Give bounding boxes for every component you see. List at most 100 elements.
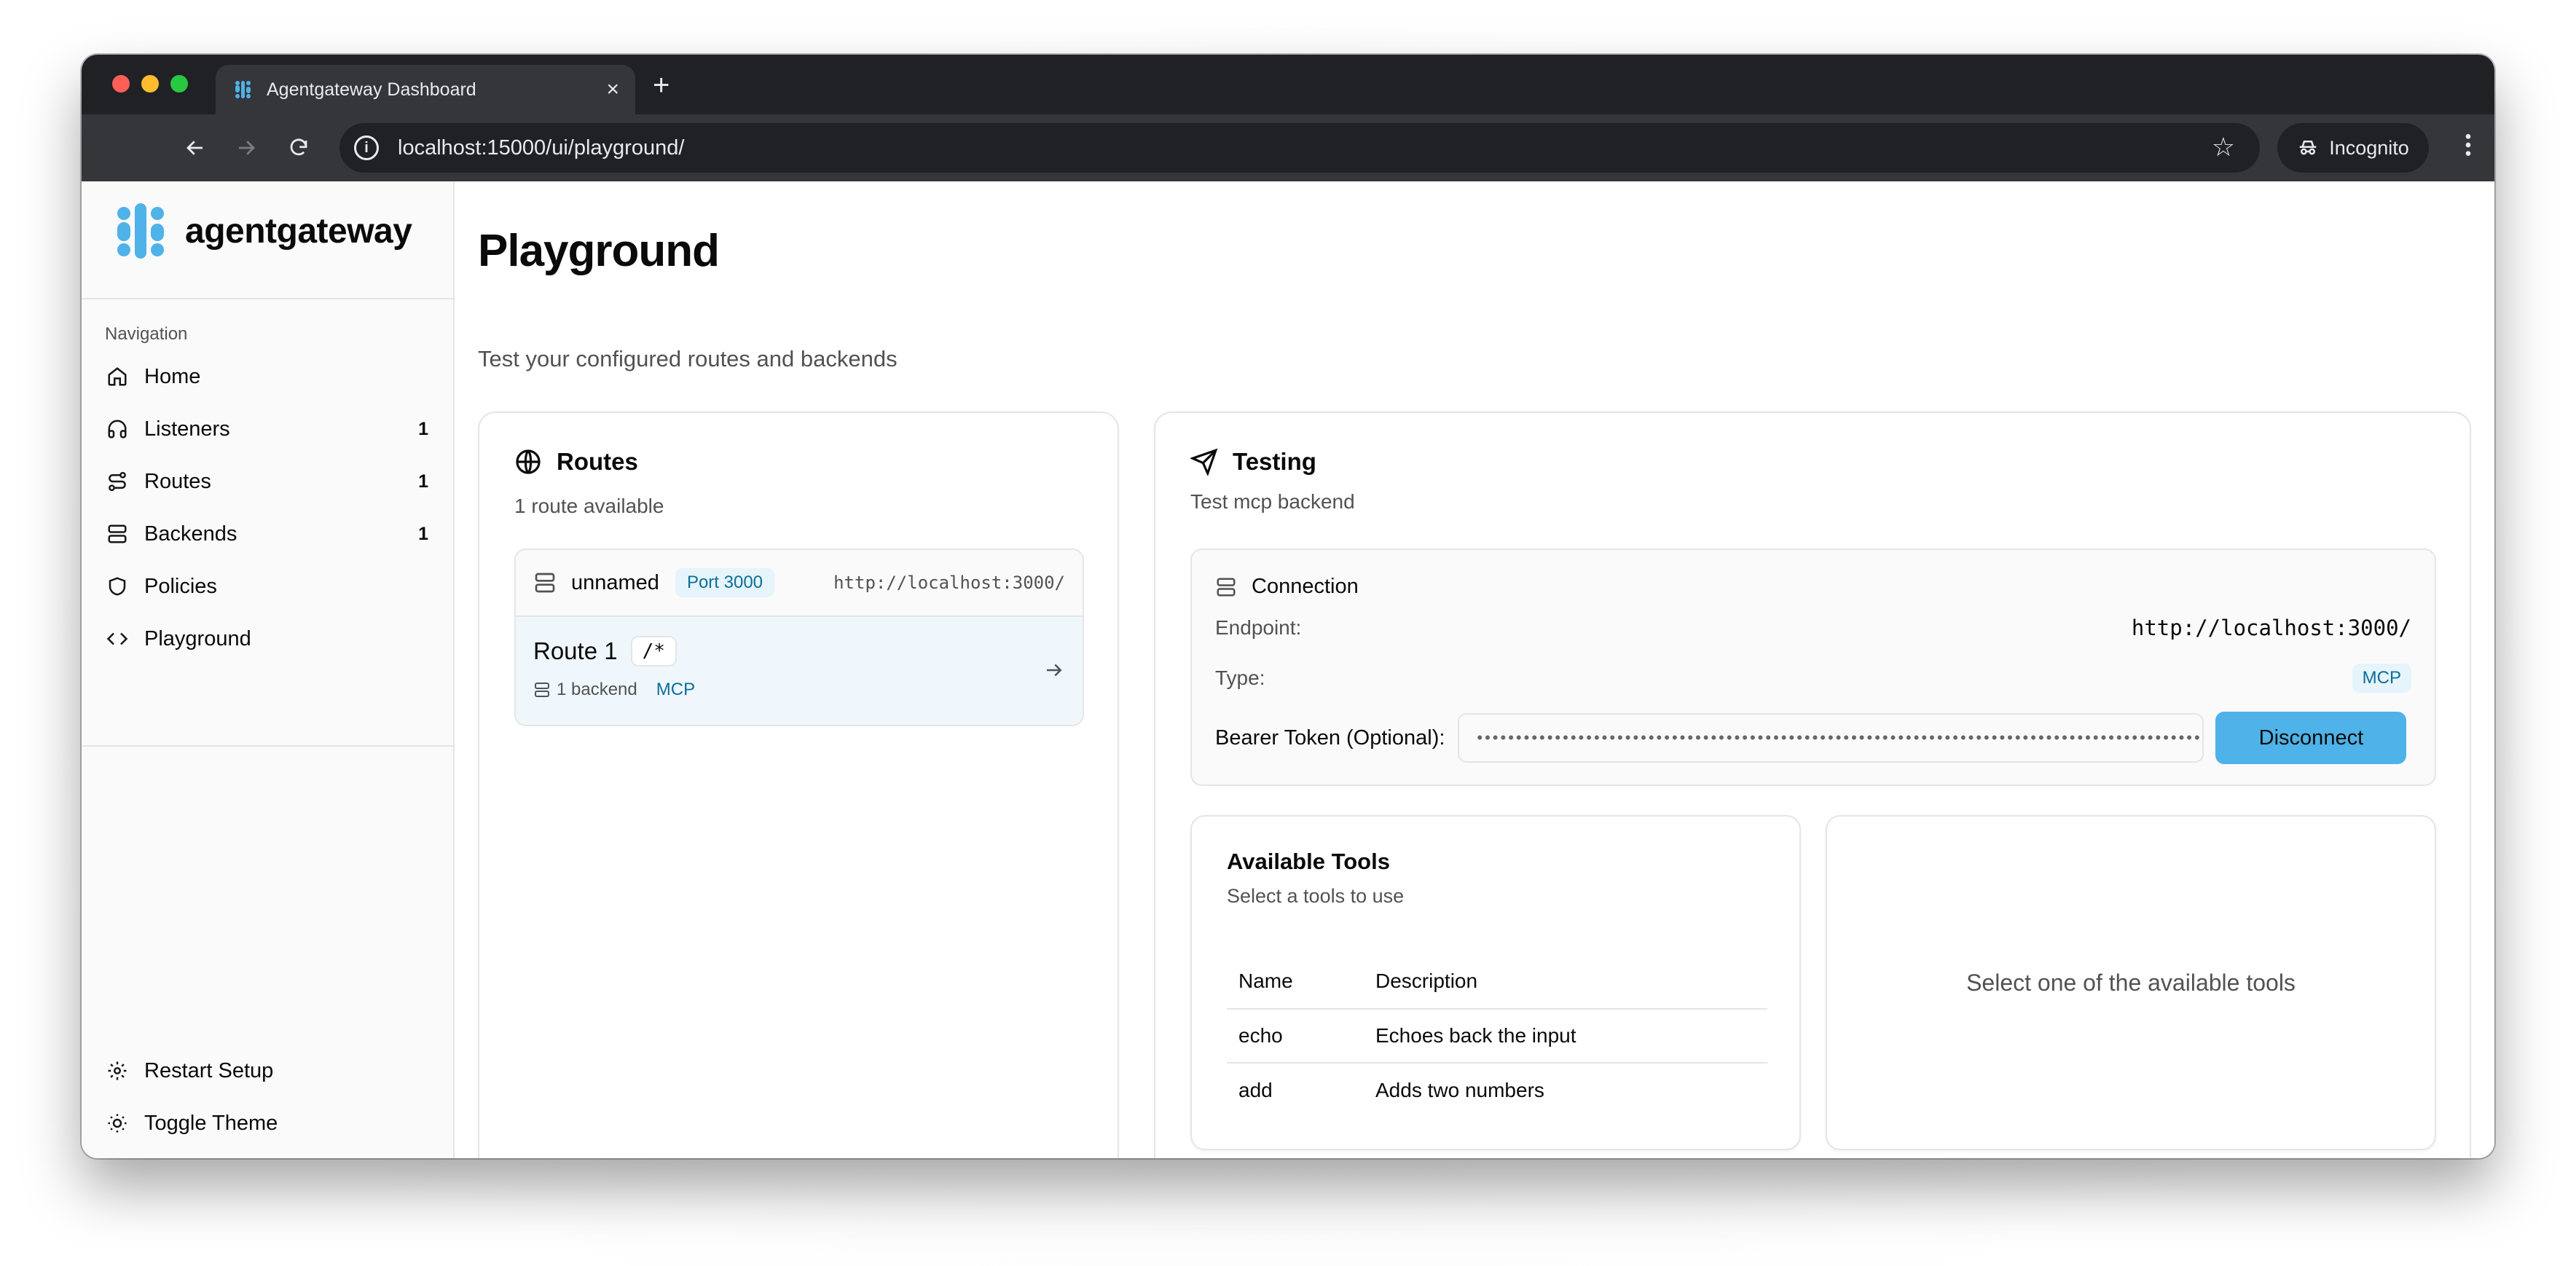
route-name: Route 1 (533, 637, 618, 664)
toggle-theme-label: Toggle Theme (144, 1111, 278, 1135)
table-row[interactable]: add Adds two numbers (1227, 1063, 1767, 1117)
agentgateway-favicon-icon (235, 81, 251, 98)
disconnect-button[interactable]: Disconnect (2215, 712, 2407, 764)
listener-group: unnamed Port 3000 http://localhost:3000/… (514, 549, 1084, 726)
type-label: Type: (1215, 667, 1265, 689)
tools-title: Available Tools (1227, 849, 1390, 874)
column-header-description: Description (1364, 954, 1767, 1010)
agentgateway-logo-icon (117, 203, 164, 259)
sidebar-divider (82, 745, 455, 747)
listener-header: unnamed Port 3000 http://localhost:3000/ (516, 550, 1083, 617)
type-badge: MCP (2352, 664, 2411, 693)
tab-title: Agentgateway Dashboard (267, 79, 476, 100)
arrow-right-icon (1047, 664, 1062, 677)
address-bar[interactable]: i localhost:15000/ui/playground/ ☆ (339, 123, 2260, 173)
testing-card-subtitle: Test mcp backend (1190, 490, 1355, 513)
send-icon (1190, 448, 1218, 476)
tools-table: Name Description echo Echoes back the in… (1227, 954, 1767, 1117)
maximize-window-button[interactable] (170, 75, 188, 93)
testing-card-header: Testing (1190, 448, 1316, 476)
route-path-chip: /* (630, 636, 677, 667)
headphones-icon (108, 420, 127, 439)
token-row: Bearer Token (Optional): •••••••••••••••… (1215, 712, 2411, 764)
sidebar-item-count: 1 (418, 418, 428, 439)
routes-card-header: Routes (514, 448, 638, 476)
server-icon (1217, 578, 1236, 596)
sidebar-item-playground[interactable]: Playground (99, 613, 437, 665)
brand[interactable]: agentgateway (114, 202, 412, 260)
type-row: Type: MCP (1215, 664, 2411, 693)
route-protocol-badge: MCP (656, 680, 696, 699)
shield-icon (109, 577, 126, 596)
back-icon[interactable] (173, 114, 217, 181)
bookmark-star-icon[interactable]: ☆ (2212, 134, 2235, 160)
page-subtitle: Test your configured routes and backends (478, 346, 898, 371)
new-tab-icon[interactable]: + (653, 71, 669, 100)
empty-state-text: Select one of the available tools (1966, 969, 2296, 996)
bearer-token-label: Bearer Token (Optional): (1215, 726, 1445, 750)
sidebar: agentgateway Navigation Home Listeners 1… (82, 181, 455, 1158)
sidebar-footer: Restart Setup Toggle Theme (99, 1045, 437, 1149)
table-row[interactable]: echo Echoes back the input (1227, 1009, 1767, 1063)
globe-icon (516, 449, 541, 474)
listener-name: unnamed (571, 570, 659, 594)
incognito-icon (2299, 141, 2317, 155)
site-info-icon[interactable]: i (354, 135, 379, 160)
sidebar-item-home[interactable]: Home (99, 350, 437, 403)
listener-url: http://localhost:3000/ (833, 573, 1065, 593)
browser-window: Agentgateway Dashboard × + i localhost:1… (82, 55, 2494, 1158)
browser-toolbar: i localhost:15000/ui/playground/ ☆ (82, 114, 2494, 181)
close-window-button[interactable] (112, 75, 130, 93)
brand-name: agentgateway (185, 211, 412, 251)
sun-icon (108, 1114, 127, 1133)
sidebar-item-label: Backends (144, 522, 237, 546)
tool-description: Echoes back the input (1364, 1009, 1767, 1063)
sidebar-item-count: 1 (418, 471, 428, 492)
sidebar-item-policies[interactable]: Policies (99, 560, 437, 613)
testing-card-title: Testing (1233, 448, 1316, 475)
browser-tab[interactable]: Agentgateway Dashboard × (216, 65, 635, 114)
incognito-label: Incognito (2329, 136, 2409, 159)
available-tools-panel: Available Tools Select a tools to use Na… (1190, 815, 1801, 1150)
toggle-theme-button[interactable]: Toggle Theme (99, 1097, 437, 1149)
nav-list: Home Listeners 1 Routes 1 Backends 1 Pol… (99, 350, 437, 665)
sidebar-item-label: Listeners (144, 417, 230, 441)
route-item[interactable]: Route 1 /* 1 backend MCP (516, 617, 1083, 725)
sidebar-item-label: Playground (144, 626, 251, 650)
port-badge: Port 3000 (675, 568, 775, 597)
sidebar-item-label: Routes (144, 469, 211, 493)
route-icon (109, 471, 126, 492)
sidebar-item-routes[interactable]: Routes 1 (99, 455, 437, 508)
sidebar-item-count: 1 (418, 523, 428, 544)
restart-setup-button[interactable]: Restart Setup (99, 1045, 437, 1097)
code-icon (106, 632, 128, 645)
reload-icon[interactable] (277, 114, 321, 181)
endpoint-value: http://localhost:3000/ (2131, 616, 2411, 640)
incognito-indicator[interactable]: Incognito (2277, 123, 2429, 173)
connection-title: Connection (1252, 575, 1359, 598)
server-icon (535, 573, 555, 593)
connection-panel: Connection Endpoint: http://localhost:30… (1190, 549, 2436, 786)
tools-subtitle: Select a tools to use (1227, 885, 1405, 907)
tool-description: Adds two numbers (1375, 1078, 1544, 1101)
bearer-token-input[interactable]: ••••••••••••••••••••••••••••••••••••••••… (1458, 713, 2204, 763)
sidebar-item-listeners[interactable]: Listeners 1 (99, 403, 437, 455)
endpoint-label: Endpoint: (1215, 616, 1302, 639)
server-icon (535, 683, 549, 697)
forward-icon[interactable] (224, 114, 268, 181)
routes-card: Routes 1 route available unnamed Port 30… (478, 412, 1119, 1158)
sidebar-item-label: Home (144, 364, 201, 388)
nav-heading: Navigation (105, 324, 188, 344)
routes-card-title: Routes (557, 448, 638, 475)
tab-close-icon[interactable]: × (606, 79, 619, 101)
sidebar-item-backends[interactable]: Backends 1 (99, 508, 437, 560)
app-viewport: agentgateway Navigation Home Listeners 1… (82, 181, 2494, 1158)
minimize-window-button[interactable] (141, 75, 159, 93)
tool-detail-panel: Select one of the available tools (1826, 815, 2436, 1150)
sidebar-item-label: Policies (144, 574, 217, 598)
address-url[interactable]: localhost:15000/ui/playground/ (398, 136, 684, 160)
tool-name: echo (1227, 1009, 1364, 1063)
gear-icon (108, 1061, 127, 1080)
server-icon (108, 524, 127, 543)
browser-menu-icon[interactable] (2462, 130, 2474, 163)
